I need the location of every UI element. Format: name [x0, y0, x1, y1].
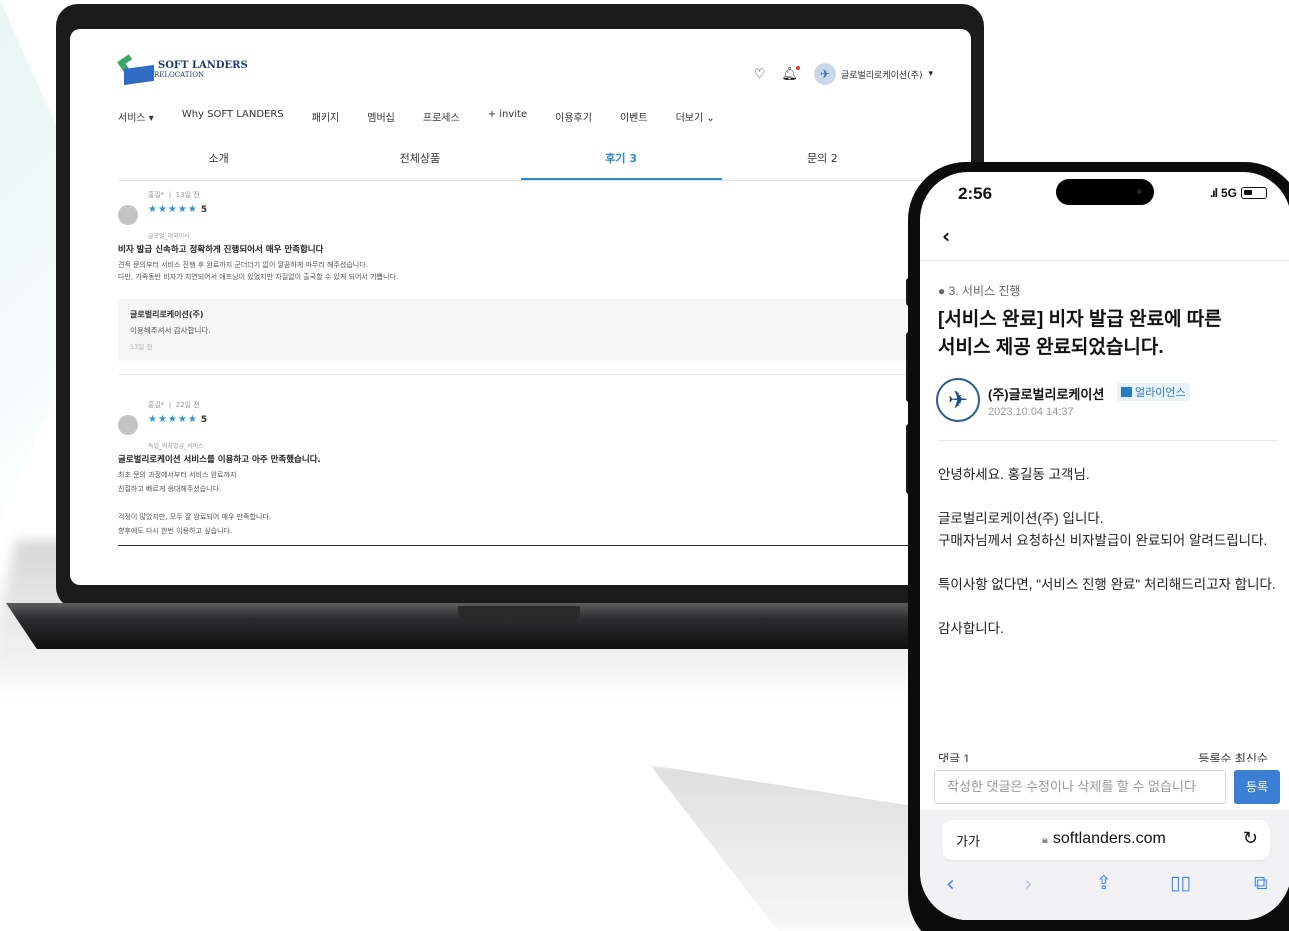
divider	[938, 440, 1278, 441]
author-avatar[interactable]: ✈	[936, 378, 980, 422]
nav-item[interactable]: 멤버십	[367, 109, 395, 124]
comment-bar: 작성한 댓글은 수정이나 삭제를 할 수 없습니다 등록	[920, 762, 1289, 810]
divider	[118, 374, 923, 375]
nav-item[interactable]: 더보기 ⌄	[676, 109, 715, 124]
browser-toolbar: 가가 🔒︎ softlanders.com ↻ ‹ › ⇪ ▯▯ ⧉	[920, 810, 1289, 920]
logo[interactable]: SOFT LANDERS RELOCATION	[117, 54, 248, 86]
review-body-line: 친절하고 빠르게 응대해주셨습니다.	[118, 485, 222, 493]
url-text: 🔒︎ softlanders.com	[1042, 830, 1166, 847]
review-title: 글로벌리로케이션 서비스를 이용하고 아주 만족했습니다.	[118, 455, 321, 465]
reply-text: 이용해주셔서 감사합니다.	[130, 326, 211, 335]
product-tabs: 소개 전체상품 후기 3 문의 2	[118, 139, 923, 181]
network-label: 5G	[1220, 186, 1237, 200]
back-icon[interactable]: ‹	[942, 224, 950, 248]
address-bar[interactable]: 가가 🔒︎ softlanders.com ↻	[942, 820, 1270, 860]
body-paragraph: 감사합니다.	[938, 621, 1004, 636]
status-bar: 2:56 .ıl 5G	[920, 172, 1289, 224]
review-body-line: 향후에도 다시 한번 이용하고 싶습니다.	[118, 527, 233, 535]
nav-item[interactable]: 패키지	[312, 109, 340, 124]
laptop-notch	[458, 606, 580, 620]
logo-line2: RELOCATION	[154, 71, 205, 79]
body-paragraph: 안녕하세요. 홍길동 고객님.	[938, 467, 1090, 482]
review-item: 홍길* | 22일 전 ★★★★★ 5 독일_비자발급_서비스 글로벌리로케이션 …	[118, 397, 923, 547]
review-meta: 홍길* | 22일 전	[148, 401, 200, 409]
nav-item[interactable]: 프로세스	[423, 109, 460, 124]
signal-icon: .ıl	[1209, 186, 1218, 200]
reload-icon[interactable]: ↻	[1243, 828, 1258, 849]
badge-icon	[1121, 387, 1132, 397]
back-icon[interactable]: ‹	[946, 872, 955, 897]
nav-item[interactable]: 이용후기	[555, 109, 592, 124]
main-nav: 서비스 ▾ Why SOFT LANDERS 패키지 멤버십 프로세스 + in…	[118, 109, 715, 124]
review-title: 비자 발급 신속하고 정확하게 진행되어서 매우 만족합니다	[118, 245, 324, 255]
review-tag: 글로벌_해외이사	[148, 233, 190, 240]
text-size-button[interactable]: 가가	[956, 831, 980, 850]
camera-dot	[1137, 189, 1142, 194]
chevron-down-icon: ▾	[928, 69, 933, 79]
post-category[interactable]: ● 3. 서비스 진행	[938, 282, 1020, 299]
battery-icon	[1241, 187, 1267, 199]
forward-icon[interactable]: ›	[1024, 872, 1033, 897]
share-icon[interactable]: ⇪	[1096, 872, 1112, 894]
avatar	[118, 205, 138, 225]
avatar: ✈	[813, 63, 836, 85]
comment-input[interactable]: 작성한 댓글은 수정이나 삭제를 할 수 없습니다	[934, 770, 1226, 804]
review-body-line: 견적 문의부터 서비스 진행 후 완료까지 군더더기 없이 깔끔하게 마무리 해…	[118, 261, 368, 269]
tabs-icon[interactable]: ⧉	[1254, 872, 1268, 894]
post-title: [서비스 완료] 비자 발급 완료에 따른 서비스 제공 완료되었습니다.	[938, 309, 1222, 358]
nav-item[interactable]: Why SOFT LANDERS	[182, 109, 284, 124]
review-body-line: 다만, 가족동반 비자가 지연되어서 애프닝이 있었지만 차질없이 출국할 수 …	[118, 273, 399, 281]
tab-reviews[interactable]: 후기 3	[520, 139, 722, 180]
nav-item[interactable]: 서비스 ▾	[118, 109, 154, 124]
avatar	[118, 415, 138, 435]
post-body: 안녕하세요. 홍길동 고객님. 글로벌리로케이션(주) 입니다. 구매자님께서 …	[938, 464, 1283, 662]
tab-inquiries[interactable]: 문의 2	[722, 139, 923, 180]
bookmarks-icon[interactable]: ▯▯	[1170, 872, 1191, 894]
header-icons: ♡ 🔔︎ ✈ 글로벌리로케이션(주) ▾	[754, 63, 933, 85]
logo-mark-icon	[117, 54, 154, 86]
review-tag: 독일_비자발급_서비스	[148, 443, 204, 450]
alliance-badge: 얼라이언스	[1117, 383, 1190, 401]
body-paragraph: 특이사항 없다면, "서비스 진행 완료" 처리해드리고자 합니다.	[938, 577, 1276, 592]
comment-submit-button[interactable]: 등록	[1234, 770, 1280, 804]
review-meta: 홍길* | 13일 전	[148, 191, 200, 199]
user-menu[interactable]: ✈ 글로벌리로케이션(주) ▾	[813, 63, 933, 85]
bell-icon[interactable]: 🔔︎	[781, 65, 800, 82]
status-time: 2:56	[958, 184, 993, 203]
author-name[interactable]: (주)글로벌리로케이션	[988, 384, 1104, 403]
user-name: 글로벌리로케이션(주)	[840, 70, 923, 81]
divider	[118, 545, 923, 546]
divider	[920, 260, 1289, 261]
phone-screen: 2:56 .ıl 5G ‹ ● 3. 서비스 진행 [서비스 완료] 비자 발급…	[920, 172, 1289, 920]
tab-intro[interactable]: 소개	[118, 139, 319, 180]
mockup-stage: SOFT LANDERS RELOCATION ♡ 🔔︎ ✈ 글로벌리로케이션(…	[0, 0, 1289, 931]
status-right: .ıl 5G	[1210, 186, 1267, 200]
body-paragraph: 글로벌리로케이션(주) 입니다. 구매자님께서 요청하신 비자발급이 완료되어 …	[938, 511, 1268, 548]
post-date: 2023.10.04 14:37	[988, 406, 1074, 418]
nav-item[interactable]: + invite	[488, 109, 527, 124]
review-body-line: 걱정이 많았지만, 모두 잘 완료되어 매우 만족합니다.	[118, 513, 272, 521]
seller-reply: 글로벌리로케이션(주) 이용해주셔서 감사합니다. 13일 전	[118, 299, 923, 361]
reply-time: 13일 전	[130, 343, 153, 351]
laptop-screen: SOFT LANDERS RELOCATION ♡ 🔔︎ ✈ 글로벌리로케이션(…	[70, 29, 971, 585]
heart-icon[interactable]: ♡	[754, 67, 766, 82]
tab-products[interactable]: 전체상품	[319, 139, 520, 180]
lock-icon: 🔒︎	[1042, 834, 1048, 846]
reply-author: 글로벌리로케이션(주)	[130, 310, 204, 319]
review-stars: ★★★★★ 5	[148, 414, 209, 425]
site-header: SOFT LANDERS RELOCATION ♡ 🔔︎ ✈ 글로벌리로케이션(…	[70, 29, 971, 129]
review-stars: ★★★★★ 5	[148, 204, 209, 215]
review-body-line: 최초 문의 과정에서부터 서비스 완료까지	[118, 471, 237, 479]
logo-line1: SOFT LANDERS	[158, 60, 248, 71]
nav-item[interactable]: 이벤트	[620, 109, 648, 124]
review-item: 홍길* | 13일 전 ★★★★★ 5 글로벌_해외이사 비자 발급 신속하고 정…	[118, 187, 923, 377]
